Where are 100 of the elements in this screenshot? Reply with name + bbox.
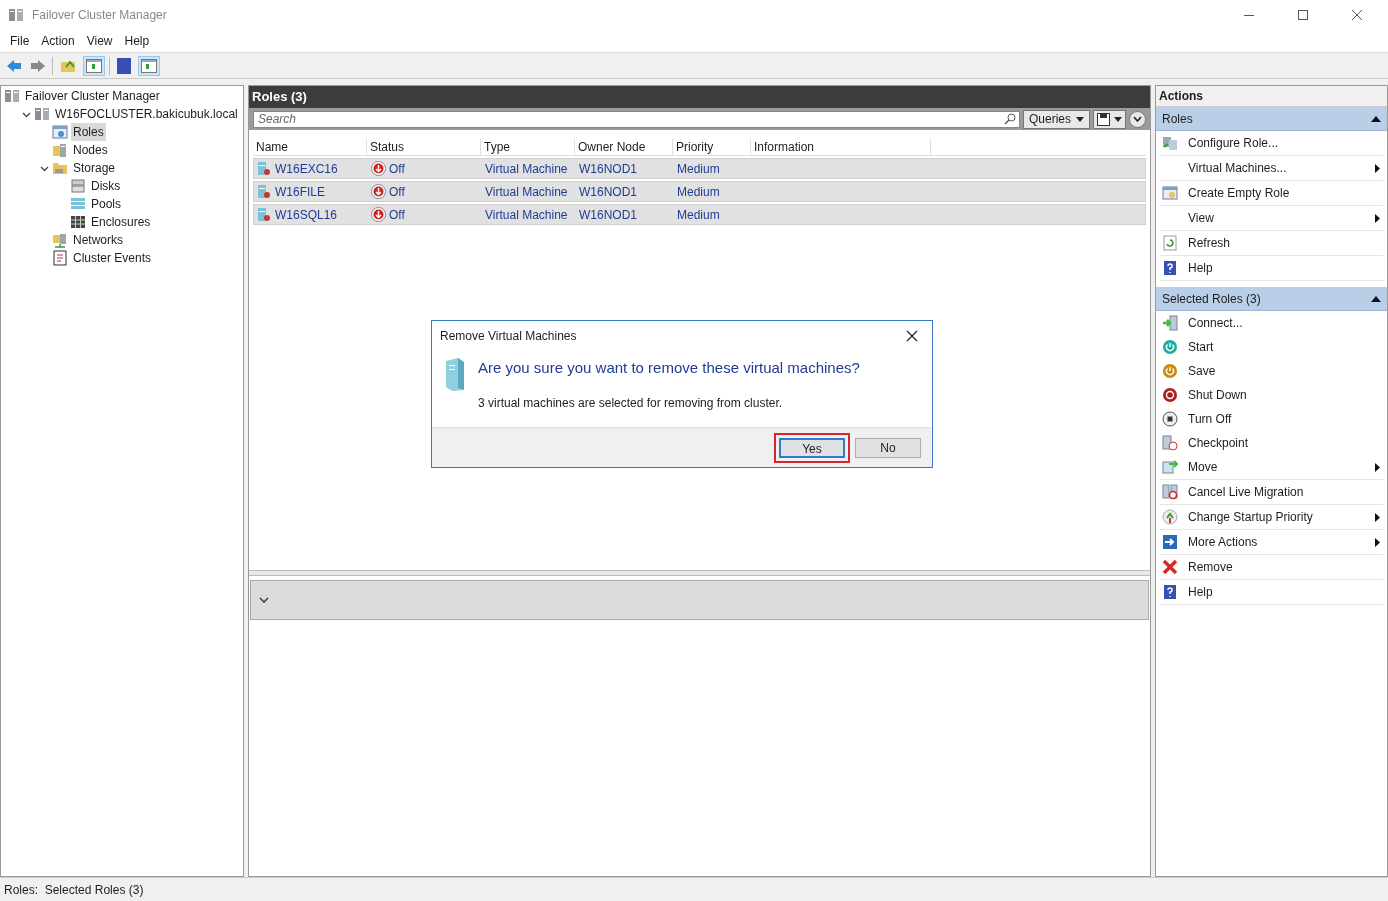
task-link[interactable]: Turn Off bbox=[1188, 409, 1383, 428]
task-link[interactable]: Cancel Live Migration bbox=[1188, 483, 1383, 501]
table-row[interactable]: W16EXC16 Off Virtual Machine W16NOD1 Medium bbox=[253, 158, 1146, 179]
dialog-heading: Are you sure you want to remove these virtual machines? bbox=[478, 358, 860, 378]
checkpoint-icon bbox=[1162, 434, 1178, 451]
table-cell-text: W16EXC16 bbox=[275, 160, 338, 178]
tree-item[interactable]: Nodes bbox=[71, 141, 110, 159]
priority-icon bbox=[1162, 509, 1178, 525]
help-button[interactable] bbox=[114, 55, 134, 76]
column-header[interactable]: Priority bbox=[673, 138, 751, 156]
event-log-icon bbox=[52, 250, 68, 266]
server-icon bbox=[257, 207, 271, 222]
pane-title: Actions bbox=[1156, 86, 1387, 107]
tree-item[interactable]: Storage bbox=[71, 159, 118, 177]
menu-item[interactable]: File bbox=[4, 31, 36, 51]
menu-item[interactable]: View bbox=[80, 31, 119, 51]
tree-item[interactable]: Networks bbox=[71, 231, 125, 249]
window-gear-icon bbox=[1162, 185, 1178, 201]
table-cell-text: Virtual Machine bbox=[484, 206, 569, 224]
table-cell-text: W16NOD1 bbox=[578, 183, 638, 201]
task-link[interactable]: Start bbox=[1188, 337, 1383, 356]
server-icon bbox=[257, 184, 271, 199]
search-icon bbox=[1003, 112, 1016, 125]
section-header[interactable]: Roles bbox=[1156, 107, 1387, 131]
status-text: Roles: Selected Roles (3) bbox=[4, 881, 144, 899]
search-field[interactable]: Search bbox=[253, 110, 1020, 128]
caret-icon bbox=[1076, 116, 1084, 122]
remove-icon bbox=[1162, 559, 1178, 575]
power-icon bbox=[1162, 362, 1178, 379]
arrow-right-icon bbox=[1162, 534, 1178, 550]
stop-icon bbox=[1162, 410, 1178, 427]
task-link[interactable]: Virtual Machines... bbox=[1188, 159, 1375, 177]
task-link[interactable]: Connect... bbox=[1188, 313, 1383, 332]
task-link[interactable]: Refresh bbox=[1188, 234, 1383, 252]
queries-dropdown[interactable]: Queries bbox=[1022, 109, 1090, 129]
menu-item[interactable]: Help bbox=[118, 31, 156, 51]
close-icon bbox=[906, 330, 918, 342]
chevron-down-icon bbox=[1133, 116, 1142, 122]
configure-icon bbox=[1162, 135, 1178, 151]
dialog-button[interactable]: No bbox=[855, 437, 921, 458]
collapse-button[interactable] bbox=[1129, 110, 1146, 128]
table-cell-text: W16NOD1 bbox=[578, 206, 638, 224]
table-row[interactable]: W16SQL16 Off Virtual Machine W16NOD1 Medium bbox=[253, 204, 1146, 225]
table-cell-text: W16SQL16 bbox=[275, 206, 338, 224]
task-link[interactable]: More Actions bbox=[1188, 533, 1375, 551]
column-header[interactable]: Name bbox=[253, 138, 367, 156]
tree-item[interactable]: Disks bbox=[89, 177, 123, 195]
dialog-message: 3 virtual machines are selected for removing from cluster. bbox=[478, 394, 784, 412]
task-link[interactable]: Configure Role... bbox=[1188, 134, 1383, 152]
down-arrow-icon bbox=[371, 161, 386, 176]
forward-arrow-icon bbox=[30, 58, 46, 73]
network-icon bbox=[52, 232, 68, 248]
column-header[interactable]: Type bbox=[481, 138, 575, 156]
maximize-icon bbox=[1298, 10, 1308, 20]
tree-item[interactable]: Roles bbox=[71, 123, 106, 141]
section-header[interactable]: Selected Roles (3) bbox=[1156, 287, 1387, 311]
table-cell-text: Off bbox=[389, 183, 405, 201]
cluster-icon bbox=[34, 106, 50, 122]
task-link[interactable]: Move bbox=[1188, 458, 1375, 476]
task-link[interactable]: Shut Down bbox=[1188, 385, 1383, 404]
back-arrow-icon bbox=[6, 58, 22, 73]
task-link[interactable]: Help bbox=[1188, 583, 1383, 601]
cluster-icon bbox=[4, 88, 20, 104]
tree-item[interactable]: Failover Cluster Manager bbox=[23, 87, 162, 105]
column-header[interactable]: Owner Node bbox=[575, 138, 673, 156]
task-link[interactable]: Save bbox=[1188, 361, 1383, 380]
task-link[interactable]: Create Empty Role bbox=[1188, 184, 1383, 202]
panel-title: Roles (3) bbox=[252, 88, 307, 107]
tree-item[interactable]: W16FOCLUSTER.bakicubuk.local bbox=[53, 105, 240, 123]
save-query-dropdown[interactable] bbox=[1093, 109, 1126, 129]
table-row[interactable]: W16FILE Off Virtual Machine W16NOD1 Medium bbox=[253, 181, 1146, 202]
window-gear-icon bbox=[52, 124, 68, 140]
tree-item[interactable]: Cluster Events bbox=[71, 249, 154, 267]
table-cell-text: Medium bbox=[676, 183, 721, 201]
down-arrow-icon bbox=[371, 184, 386, 199]
chevron-down-icon[interactable] bbox=[259, 596, 269, 604]
dialog-title: Remove Virtual Machines bbox=[440, 328, 577, 345]
table-cell-text: Virtual Machine bbox=[484, 160, 569, 178]
console-tree-button[interactable] bbox=[83, 55, 105, 76]
table-cell-text: Medium bbox=[676, 160, 721, 178]
task-link[interactable]: Help bbox=[1188, 259, 1383, 277]
cancel-migration-icon bbox=[1162, 484, 1178, 500]
tree-item[interactable]: Pools bbox=[89, 195, 124, 213]
caret-icon bbox=[1114, 116, 1122, 122]
down-arrow-icon bbox=[371, 207, 386, 222]
column-header[interactable]: Information bbox=[751, 138, 931, 156]
task-link[interactable]: Remove bbox=[1188, 558, 1383, 576]
table-cell-text: Medium bbox=[676, 206, 721, 224]
tree-item[interactable]: Enclosures bbox=[89, 213, 153, 231]
task-link[interactable]: Change Startup Priority bbox=[1188, 508, 1375, 526]
menu-item[interactable]: Action bbox=[35, 31, 81, 51]
table-cell-text: Off bbox=[389, 206, 405, 224]
move-icon bbox=[1162, 459, 1178, 475]
task-link[interactable]: View bbox=[1188, 209, 1375, 227]
column-header[interactable]: Status bbox=[367, 138, 481, 156]
folder-icon bbox=[60, 58, 76, 73]
refresh-icon bbox=[1162, 235, 1178, 251]
task-link[interactable]: Checkpoint bbox=[1188, 433, 1383, 452]
action-pane-button[interactable] bbox=[138, 55, 160, 76]
pane-icon bbox=[141, 58, 157, 73]
